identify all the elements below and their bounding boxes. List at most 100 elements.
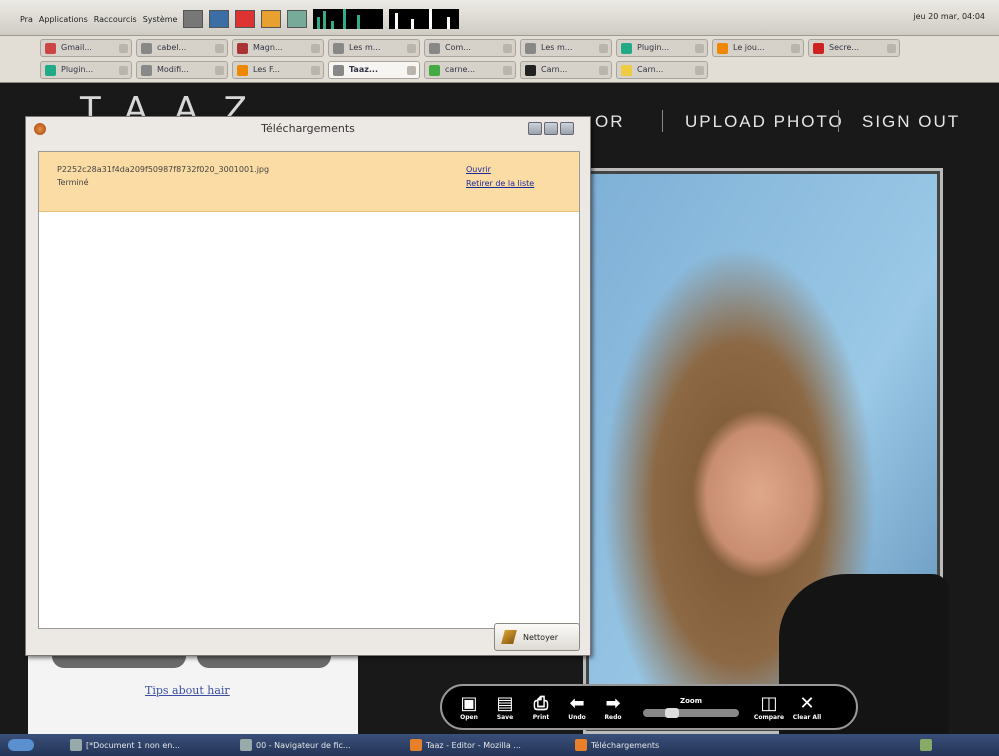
tips-about-hair-link[interactable]: Tips about hair — [145, 684, 230, 697]
menu-raccourcis[interactable]: Raccourcis — [94, 15, 137, 24]
tab-close-icon[interactable] — [311, 66, 320, 75]
nav-editor[interactable]: OR — [595, 112, 625, 132]
clear-all-button[interactable]: ✕ Clear All — [790, 693, 824, 721]
redo-button[interactable]: ➡ Redo — [596, 693, 630, 721]
print-button[interactable]: ⎙ Print — [524, 692, 558, 721]
zoom-label: Zoom — [680, 697, 702, 705]
clean-up-label: Nettoyer — [523, 632, 559, 642]
browser-tab[interactable]: Plugin... — [616, 39, 708, 57]
remove-from-list-link[interactable]: Retirer de la liste — [466, 179, 534, 188]
menu-applications[interactable]: Applications — [39, 15, 88, 24]
launcher-icon[interactable] — [287, 10, 308, 28]
tab-close-icon[interactable] — [215, 66, 224, 75]
tab-close-icon[interactable] — [599, 66, 608, 75]
show-desktop-button[interactable] — [8, 737, 34, 753]
tool-label: Redo — [604, 713, 622, 721]
tab-close-icon[interactable] — [695, 44, 704, 53]
tab-close-icon[interactable] — [503, 44, 512, 53]
zoom-control[interactable]: Zoom — [636, 697, 746, 718]
browser-tab[interactable]: Carn... — [616, 61, 708, 79]
print-icon: ⎙ — [533, 692, 549, 714]
clean-up-button[interactable]: Nettoyer — [494, 623, 580, 651]
favicon-icon — [45, 65, 56, 76]
clock[interactable]: jeu 20 mar, 04:04 — [913, 12, 985, 21]
download-item[interactable]: P2252c28a31f4da209f50987f8732f020_300100… — [39, 152, 579, 212]
downloads-list: P2252c28a31f4da209f50987f8732f020_300100… — [38, 151, 580, 629]
browser-tab[interactable]: Le jou... — [712, 39, 804, 57]
undo-arrow-icon: ⬅ — [569, 692, 585, 714]
browser-tab[interactable]: Gmail... — [40, 39, 132, 57]
system-monitor-graph — [313, 9, 384, 29]
taskbar-item-label: Téléchargements — [591, 740, 660, 750]
tab-label: Com... — [445, 43, 471, 52]
menu-systeme[interactable]: Système — [143, 15, 178, 24]
tab-close-icon[interactable] — [119, 66, 128, 75]
favicon-icon — [429, 65, 440, 76]
taskbar-item-active[interactable]: Téléchargements — [575, 737, 659, 753]
browser-tab[interactable]: cabel... — [136, 39, 228, 57]
favicon-icon — [237, 65, 248, 76]
panel-menus: Pra Applications Raccourcis Système — [20, 9, 460, 29]
tab-label: Les m... — [349, 43, 381, 52]
browser-tab[interactable]: Modifi... — [136, 61, 228, 79]
nav-separator — [662, 110, 663, 132]
photo-canvas[interactable] — [583, 168, 949, 734]
favicon-icon — [45, 43, 56, 54]
taskbar-item[interactable]: Taaz - Editor - Mozilla ... — [410, 737, 521, 753]
favicon-icon — [237, 43, 248, 54]
tab-close-icon[interactable] — [215, 44, 224, 53]
browser-tab[interactable]: carne... — [424, 61, 516, 79]
browser-tab[interactable]: Com... — [424, 39, 516, 57]
nav-upload-photo[interactable]: UPLOAD PHOTO — [685, 112, 844, 132]
tray-icon[interactable] — [920, 737, 932, 753]
compare-button[interactable]: ◫ Compare — [752, 692, 786, 721]
tab-label: Magn... — [253, 43, 283, 52]
browser-tab[interactable]: Secre... — [808, 39, 900, 57]
favicon-icon — [141, 65, 152, 76]
open-link[interactable]: Ouvrir — [466, 165, 491, 174]
favicon-icon — [525, 43, 536, 54]
undo-button[interactable]: ⬅ Undo — [560, 692, 594, 721]
tab-label: Les F... — [253, 65, 280, 74]
tab-label: Gmail... — [61, 43, 92, 52]
zoom-slider-handle[interactable] — [665, 708, 679, 718]
browser-tab[interactable]: Les m... — [520, 39, 612, 57]
tab-close-icon[interactable] — [791, 44, 800, 53]
tab-close-icon[interactable] — [407, 44, 416, 53]
browser-tab[interactable]: Les F... — [232, 61, 324, 79]
launcher-icon[interactable] — [209, 10, 230, 28]
launcher-icon[interactable] — [235, 10, 256, 28]
taskbar-item[interactable]: [*Document 1 non en... — [70, 737, 180, 753]
save-button[interactable]: ▤ Save — [488, 692, 522, 721]
maximize-button[interactable] — [544, 122, 558, 135]
tool-label: Open — [460, 713, 478, 721]
tab-close-icon[interactable] — [119, 44, 128, 53]
launcher-icon[interactable] — [183, 10, 204, 28]
browser-tab[interactable]: Carn... — [520, 61, 612, 79]
compare-icon: ◫ — [760, 692, 778, 714]
close-button[interactable] — [560, 122, 574, 135]
browser-tab[interactable]: Taaz... — [328, 61, 420, 79]
tool-label: Save — [496, 713, 514, 721]
launcher-icon[interactable] — [261, 10, 282, 28]
minimize-button[interactable] — [528, 122, 542, 135]
tab-close-icon[interactable] — [311, 44, 320, 53]
browser-tab[interactable]: Les m... — [328, 39, 420, 57]
favicon-icon — [717, 43, 728, 54]
tab-close-icon[interactable] — [599, 44, 608, 53]
nav-sign-out[interactable]: SIGN OUT — [862, 112, 960, 132]
menu-pra[interactable]: Pra — [20, 15, 33, 24]
tab-close-icon[interactable] — [695, 66, 704, 75]
tool-label: Undo — [568, 713, 586, 721]
tab-close-icon[interactable] — [887, 44, 896, 53]
taskbar-item[interactable]: 00 - Navigateur de fic... — [240, 737, 351, 753]
tab-close-icon[interactable] — [503, 66, 512, 75]
browser-tab[interactable]: Plugin... — [40, 61, 132, 79]
zoom-slider[interactable] — [643, 708, 739, 718]
tab-label: Taaz... — [349, 65, 378, 74]
save-icon: ▤ — [496, 692, 514, 714]
browser-tab[interactable]: Magn... — [232, 39, 324, 57]
open-button[interactable]: ▣ Open — [452, 693, 486, 721]
tab-close-icon[interactable] — [407, 66, 416, 75]
tab-label: Modifi... — [157, 65, 189, 74]
